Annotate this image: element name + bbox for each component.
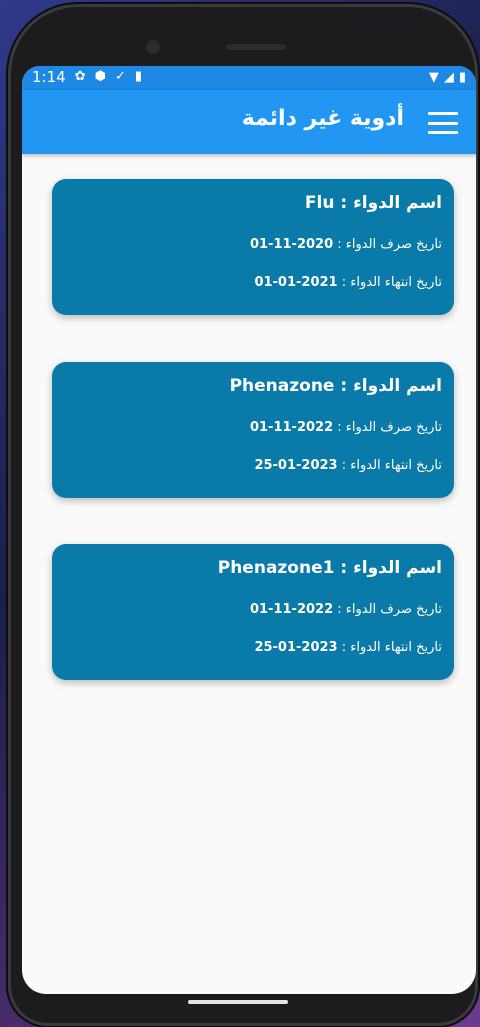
sd-card-icon: ▮: [134, 69, 143, 84]
issue-date-value: 01-11-2020: [249, 237, 334, 252]
medicine-name-label: اسم الدواء :: [334, 376, 442, 396]
issue-date-label: تاريخ صرف الدواء :: [333, 602, 442, 617]
battery-icon: ▮: [458, 70, 466, 85]
issue-date-label: تاريخ صرف الدواء :: [333, 420, 442, 435]
medicine-name-value: Phenazone1: [217, 558, 335, 578]
expiry-date-row: تاريخ انتهاء الدواء : 25-01-2023: [254, 458, 442, 473]
app-bar: أدوية غير دائمة: [22, 90, 476, 154]
expiry-date-label: تاريخ انتهاء الدواء :: [337, 275, 442, 290]
medicine-name: اسم الدواء : Phenazone: [230, 376, 442, 396]
medicine-name-label: اسم الدواء :: [334, 193, 442, 213]
issue-date-value: 01-11-2022: [249, 602, 334, 617]
expiry-date-label: تاريخ انتهاء الدواء :: [337, 640, 442, 655]
expiry-date-value: 25-01-2023: [254, 458, 338, 473]
medicine-name: اسم الدواء : Flu: [305, 193, 442, 213]
speaker-grille: [226, 44, 286, 50]
expiry-date-row: تاريخ انتهاء الدواء : 01-01-2021: [254, 275, 442, 290]
camera-icon: [146, 40, 160, 54]
status-time: 1:14: [32, 68, 66, 86]
medicine-card[interactable]: اسم الدواء : Phenazone تاريخ صرف الدواء …: [52, 362, 454, 498]
page-title: أدوية غير دائمة: [241, 106, 404, 131]
medicine-card[interactable]: اسم الدواء : Flu تاريخ صرف الدواء : 01-1…: [52, 179, 454, 315]
hamburger-icon[interactable]: [428, 112, 458, 134]
wifi-icon: ▼: [428, 70, 439, 85]
expiry-date-row: تاريخ انتهاء الدواء : 25-01-2023: [254, 640, 442, 655]
issue-date-row: تاريخ صرف الدواء : 01-11-2022: [250, 602, 442, 617]
home-gesture-bar[interactable]: [188, 1000, 288, 1004]
medicine-card[interactable]: اسم الدواء : Phenazone1 تاريخ صرف الدواء…: [52, 544, 454, 680]
issue-date-row: تاريخ صرف الدواء : 01-11-2022: [250, 420, 442, 435]
issue-date-row: تاريخ صرف الدواء : 01-11-2020: [250, 237, 442, 252]
expiry-date-value: 01-01-2021: [254, 275, 338, 290]
shield-icon: ⬢: [94, 69, 106, 84]
issue-date-value: 01-11-2022: [249, 420, 334, 435]
gear-icon: ✿: [74, 69, 86, 84]
issue-date-label: تاريخ صرف الدواء :: [333, 237, 442, 252]
medicine-name-value: Phenazone: [229, 376, 335, 396]
medicine-name: اسم الدواء : Phenazone1: [218, 558, 442, 578]
download-check-icon: ✓: [114, 69, 126, 84]
expiry-date-value: 25-01-2023: [254, 640, 338, 655]
signal-icon: ◢: [443, 70, 454, 85]
medicine-name-value: Flu: [304, 193, 335, 213]
phone-screen: 1:14 ✿ ⬢ ✓ ▮ ▼ ◢ ▮ أدوية غير دائمة اسم ا…: [22, 66, 476, 994]
status-bar: 1:14 ✿ ⬢ ✓ ▮ ▼ ◢ ▮: [22, 66, 476, 90]
expiry-date-label: تاريخ انتهاء الدواء :: [337, 458, 442, 473]
medicine-name-label: اسم الدواء :: [334, 558, 442, 578]
